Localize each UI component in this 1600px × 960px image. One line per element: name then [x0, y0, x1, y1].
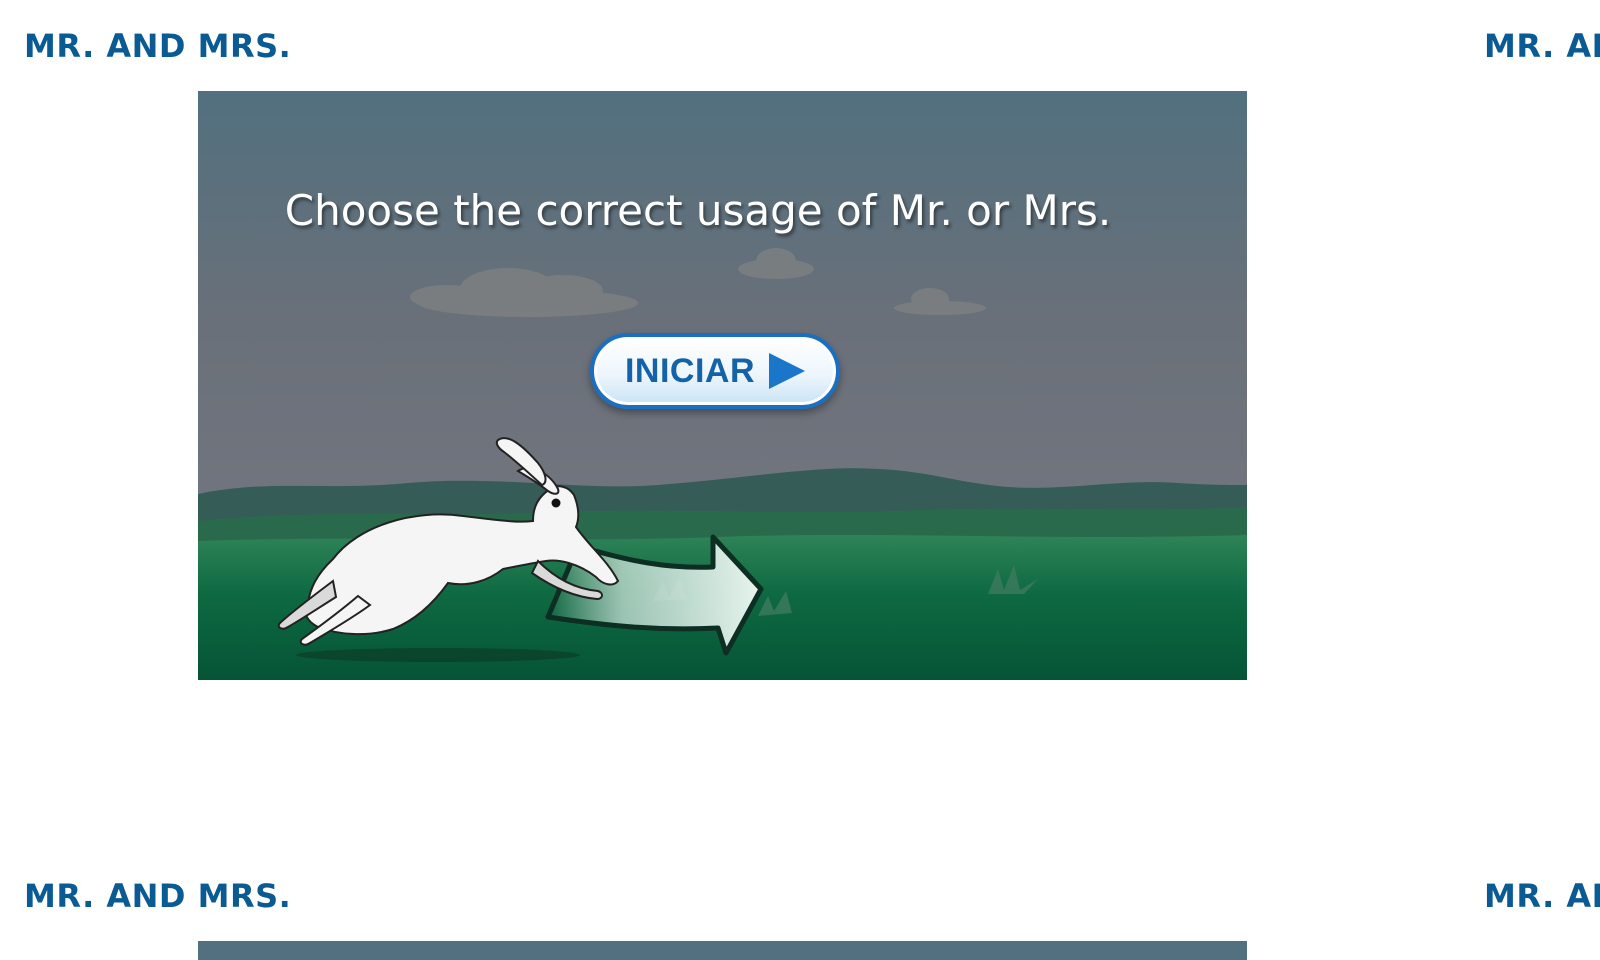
start-button[interactable]: INICIAR — [590, 333, 840, 409]
game-frame[interactable]: Choose the correct usage of Mr. or Mrs. … — [198, 91, 1247, 680]
section-title: MR. AND MRS. — [24, 27, 292, 65]
page: MR. AND MRS. MR. AND MRS. — [0, 0, 1600, 960]
rabbit-shadow — [296, 648, 580, 662]
game-frame[interactable] — [198, 941, 1247, 960]
section-title: MR. AND MRS. — [1484, 877, 1600, 915]
cloud-shape — [410, 248, 986, 317]
start-button-label: INICIAR — [624, 351, 756, 390]
instruction-text: Choose the correct usage of Mr. or Mrs. — [284, 186, 1112, 235]
section-title: MR. AND MRS. — [24, 877, 292, 915]
play-icon — [769, 353, 806, 389]
section-title: MR. AND MRS. — [1484, 27, 1600, 65]
